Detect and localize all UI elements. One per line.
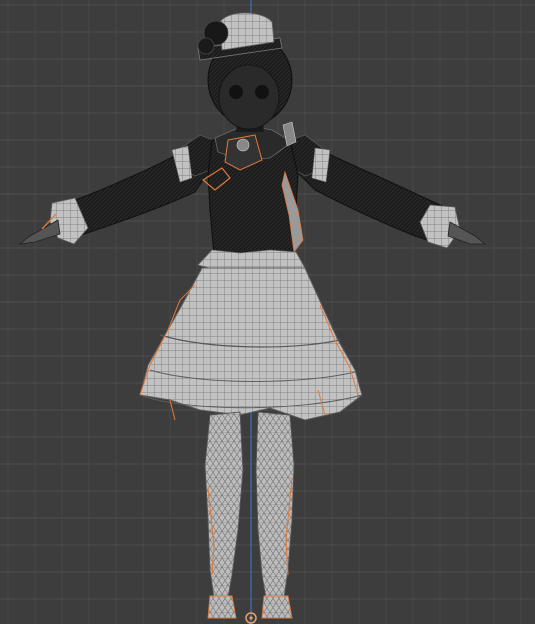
left-shoe-mesh[interactable] [207,595,237,619]
right-leg-mesh[interactable] [255,411,295,599]
right-shoe-mesh[interactable] [261,595,293,619]
3d-viewport[interactable] [0,0,535,624]
left-hand-mesh[interactable] [18,219,61,245]
character-mesh[interactable] [18,12,487,619]
viewport-canvas[interactable] [0,0,535,624]
skirt-mesh[interactable] [139,267,363,421]
left-leg-mesh[interactable] [204,411,244,599]
face-mesh[interactable] [218,64,280,130]
